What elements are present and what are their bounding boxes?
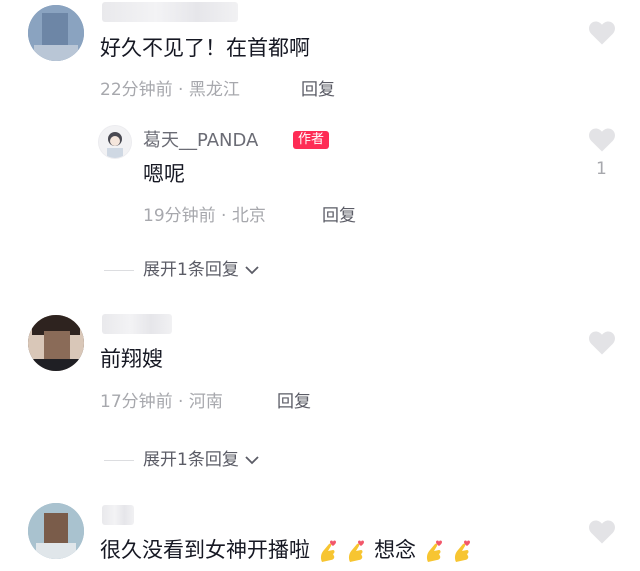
expand-divider (104, 270, 134, 271)
reply-button[interactable]: 回复 (322, 205, 356, 227)
meta-separator: · (178, 392, 184, 412)
heart-icon[interactable] (587, 18, 617, 46)
reply-time: 19分钟前 (143, 206, 216, 226)
username-blurred[interactable] (102, 2, 238, 22)
author-badge: 作者 (293, 131, 330, 149)
meta-separator: · (178, 80, 184, 100)
comment-text: 前翔嫂 (100, 347, 163, 371)
comment-location: 河南 (188, 392, 223, 412)
author-avatar-image (107, 132, 123, 158)
heart-icon[interactable] (587, 125, 617, 153)
avatar[interactable] (28, 315, 84, 371)
avatar-image (28, 5, 84, 61)
comment-location: 黑龙江 (188, 80, 240, 100)
username-blurred[interactable] (102, 505, 134, 525)
finger-heart-emoji (455, 540, 471, 562)
reply-button[interactable]: 回复 (301, 79, 335, 101)
reply-text: 嗯呢 (143, 162, 185, 186)
username-blurred[interactable] (102, 314, 172, 334)
expand-divider (104, 460, 134, 461)
comment-text-part: 很久没看到女神开播啦 (100, 538, 310, 562)
finger-heart-emoji (349, 540, 365, 562)
finger-heart-emoji (320, 540, 336, 562)
comment-meta: 22分钟前 · 黑龙江 (100, 79, 240, 101)
chevron-down-icon (245, 266, 259, 275)
comment-text: 好久不见了！在首都啊 (100, 36, 310, 60)
expand-replies-label: 展开1条回复 (143, 260, 239, 280)
heart-icon[interactable] (587, 517, 617, 545)
reply-location: 北京 (231, 206, 266, 226)
avatar-image (28, 503, 84, 559)
avatar-image (28, 315, 84, 371)
like-count: 1 (596, 159, 607, 179)
comment-meta: 17分钟前 · 河南 (100, 391, 223, 413)
comment-text: 很久没看到女神开播啦 想念 (100, 536, 473, 564)
meta-separator: · (221, 206, 227, 226)
comment-time: 17分钟前 (100, 392, 173, 412)
finger-heart-emoji (426, 540, 442, 562)
reply-button[interactable]: 回复 (277, 391, 311, 413)
avatar[interactable] (28, 503, 84, 559)
expand-replies-button[interactable]: 展开1条回复 (143, 259, 260, 281)
author-name[interactable]: 葛天__PANDA (143, 129, 258, 153)
comment-text-part: 想念 (374, 538, 417, 562)
comment-time: 22分钟前 (100, 80, 173, 100)
author-avatar[interactable] (98, 125, 132, 159)
heart-icon[interactable] (587, 328, 617, 356)
expand-replies-button[interactable]: 展开1条回复 (143, 449, 260, 471)
reply-meta: 19分钟前 · 北京 (143, 205, 266, 227)
avatar[interactable] (28, 5, 84, 61)
chevron-down-icon (245, 456, 259, 465)
expand-replies-label: 展开1条回复 (143, 450, 239, 470)
